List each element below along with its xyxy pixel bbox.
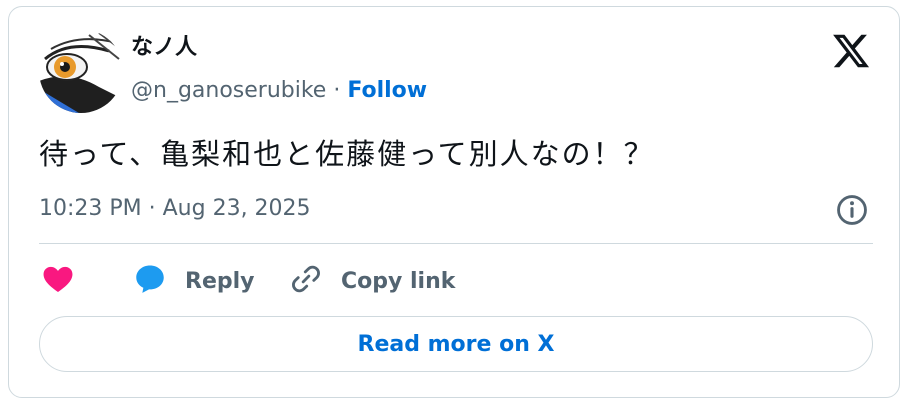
info-icon[interactable]	[835, 193, 869, 227]
like-button[interactable]	[41, 261, 75, 301]
tweet-timestamp[interactable]: 10:23 PM · Aug 23, 2025	[39, 198, 311, 220]
author-handle-line: @n_ganoserubike · Follow	[131, 80, 427, 102]
tweet-embed-card: なノ人 @n_ganoserubike · Follow 待って、亀梨和也と佐藤…	[8, 6, 900, 398]
reply-button[interactable]: Reply	[133, 261, 255, 301]
author-handle[interactable]: @n_ganoserubike	[131, 78, 326, 103]
divider	[39, 243, 873, 244]
heart-icon	[41, 262, 75, 300]
copy-link-button[interactable]: Copy link	[289, 261, 455, 301]
link-icon	[289, 262, 323, 300]
avatar-illustration	[39, 29, 123, 113]
copy-link-label: Copy link	[341, 268, 456, 294]
read-more-button[interactable]: Read more on X	[39, 316, 873, 372]
follow-button[interactable]: Follow	[347, 78, 427, 103]
author-name[interactable]: なノ人	[131, 37, 197, 59]
x-logo-icon[interactable]	[831, 31, 871, 71]
avatar[interactable]	[39, 29, 123, 113]
tweet-text: 待って、亀梨和也と佐藤健って別人なの！？	[39, 137, 655, 171]
handle-separator: ·	[326, 78, 348, 103]
reply-label: Reply	[185, 268, 255, 294]
speech-bubble-icon	[133, 262, 167, 300]
